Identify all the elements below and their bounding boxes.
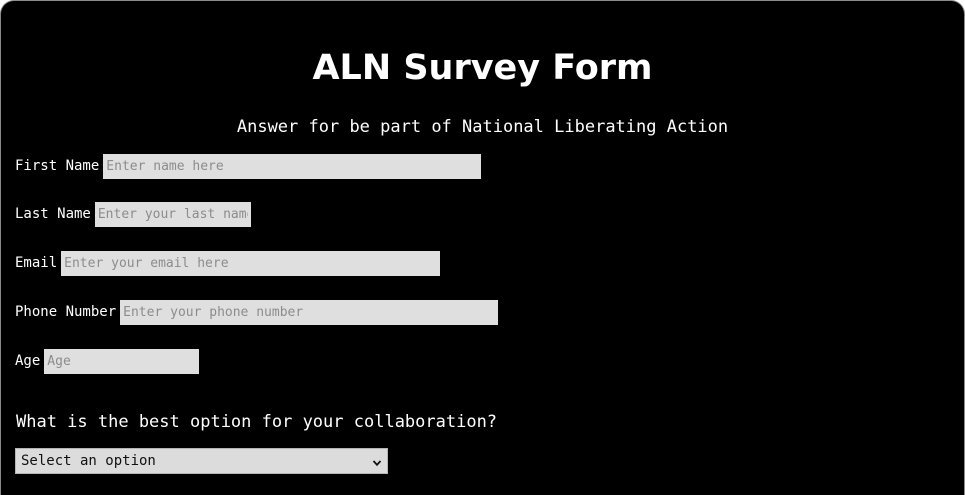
phone-input[interactable] — [120, 299, 499, 325]
last-name-label: Last Name — [15, 206, 91, 222]
last-name-row: Last Name — [15, 201, 251, 227]
page-title: ALN Survey Form — [312, 48, 653, 88]
collaboration-select[interactable]: Select an option — [15, 448, 388, 474]
phone-label: Phone Number — [15, 304, 117, 320]
email-label: Email — [15, 255, 58, 271]
survey-page: ALN Survey Form Answer for be part of Na… — [0, 0, 965, 495]
age-row: Age — [15, 348, 200, 374]
first-name-input[interactable] — [103, 153, 482, 179]
collaboration-question: What is the best option for your collabo… — [16, 412, 498, 432]
phone-row: Phone Number — [15, 299, 499, 325]
email-input[interactable] — [61, 250, 441, 276]
chevron-down-icon — [372, 456, 382, 467]
page-subtitle: Answer for be part of National Liberatin… — [236, 117, 729, 137]
last-name-input[interactable] — [94, 201, 251, 227]
age-label: Age — [15, 353, 41, 369]
first-name-label: First Name — [15, 158, 100, 174]
age-input[interactable] — [44, 348, 200, 374]
email-row: Email — [15, 250, 441, 276]
first-name-row: First Name — [15, 153, 482, 179]
collaboration-select-value: Select an option — [21, 453, 156, 469]
